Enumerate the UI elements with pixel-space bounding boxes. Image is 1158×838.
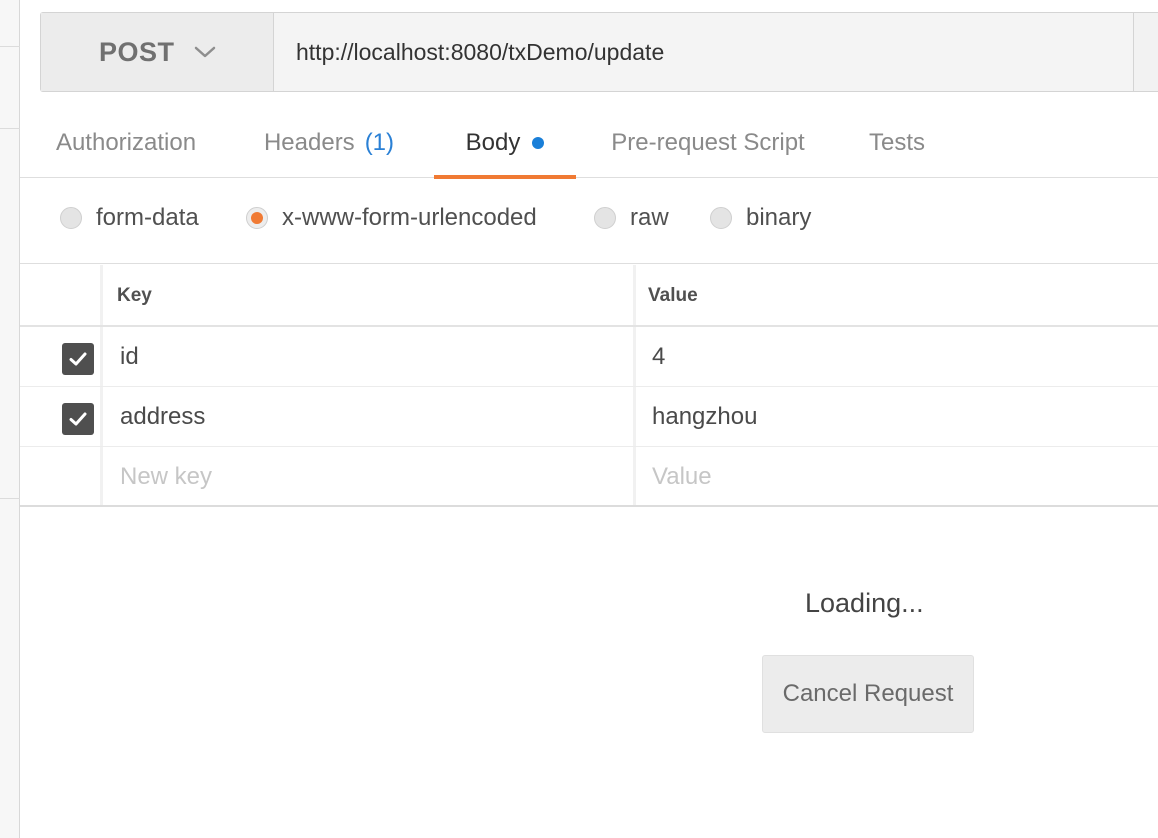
row-enabled-checkbox[interactable] bbox=[62, 343, 94, 375]
tab-label: Pre-request Script bbox=[611, 129, 805, 156]
new-value-input[interactable]: Value bbox=[652, 447, 1152, 507]
method-dropdown[interactable]: POST bbox=[41, 13, 274, 91]
table-row: address hangzhou bbox=[20, 387, 1158, 447]
dot-icon bbox=[532, 137, 545, 149]
checkmark-icon bbox=[69, 412, 87, 426]
key-column-header: Key bbox=[117, 285, 152, 306]
new-key-input[interactable]: New key bbox=[120, 447, 630, 507]
radio-label: form-data bbox=[96, 204, 199, 231]
tab-pre-request-script[interactable]: Pre-request Script bbox=[607, 108, 809, 178]
row-enabled-checkbox[interactable] bbox=[62, 403, 94, 435]
radio-label: raw bbox=[630, 204, 669, 231]
cancel-request-button[interactable]: Cancel Request bbox=[762, 655, 974, 733]
checkmark-icon bbox=[69, 352, 87, 366]
radio-raw[interactable]: raw bbox=[594, 178, 669, 258]
radio-label: binary bbox=[746, 204, 812, 231]
value-cell[interactable]: hangzhou bbox=[652, 387, 1152, 447]
tab-label: Authorization bbox=[55, 129, 197, 156]
tab-tests[interactable]: Tests bbox=[868, 108, 926, 178]
radio-circle[interactable] bbox=[710, 207, 732, 229]
radio-label: x-www-form-urlencoded bbox=[282, 204, 537, 231]
radio-form-data[interactable]: form-data bbox=[60, 178, 199, 258]
tab-authorization[interactable]: Authorization bbox=[50, 108, 202, 178]
key-cell[interactable]: address bbox=[120, 387, 630, 447]
table-row-new: New key Value bbox=[20, 447, 1158, 507]
radio-x-www-form-urlencoded[interactable]: x-www-form-urlencoded bbox=[246, 178, 537, 258]
loading-text: Loading... bbox=[805, 588, 924, 618]
method-label: POST bbox=[99, 36, 175, 67]
radio-circle[interactable] bbox=[594, 207, 616, 229]
headers-count-badge: (1) bbox=[364, 129, 395, 156]
table-header: Key Value bbox=[20, 265, 1158, 327]
radio-binary[interactable]: binary bbox=[710, 178, 811, 258]
tab-headers[interactable]: Headers (1) bbox=[262, 108, 396, 178]
request-tabs: Authorization Headers (1) Body Pre-reque… bbox=[20, 108, 1158, 179]
tab-label: Tests bbox=[868, 129, 925, 156]
chevron-down-icon bbox=[193, 40, 217, 64]
key-value-table: Key Value id 4 address hangzhou New key … bbox=[20, 265, 1158, 507]
body-type-selector: form-data x-www-form-urlencoded raw bina… bbox=[20, 178, 1158, 264]
tab-label: Body bbox=[465, 129, 521, 156]
radio-circle-selected[interactable] bbox=[246, 207, 268, 229]
url-input[interactable] bbox=[296, 38, 1133, 66]
tab-label: Headers bbox=[263, 129, 355, 156]
key-cell[interactable]: id bbox=[120, 327, 630, 387]
tab-body[interactable]: Body bbox=[434, 108, 576, 179]
request-editor: POST Authorization Headers (1) Body Pre-… bbox=[0, 0, 1158, 838]
request-bar: POST bbox=[40, 12, 1158, 92]
value-column-header: Value bbox=[648, 285, 698, 306]
url-field bbox=[274, 13, 1134, 91]
value-cell[interactable]: 4 bbox=[652, 327, 1152, 387]
table-row: id 4 bbox=[20, 327, 1158, 387]
radio-circle[interactable] bbox=[60, 207, 82, 229]
sidebar-edge bbox=[0, 0, 20, 838]
